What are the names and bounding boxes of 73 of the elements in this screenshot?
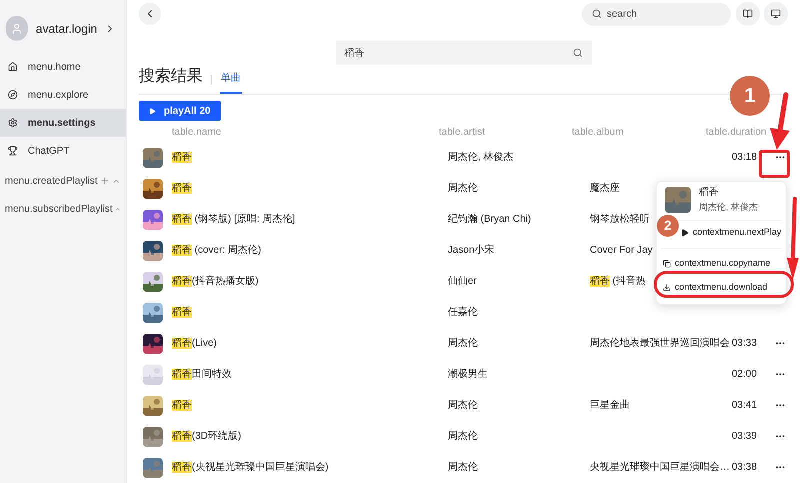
sidebar-item[interactable]: menu.explore (0, 81, 126, 109)
duration: 03:33 (732, 338, 758, 349)
play-all-button[interactable]: playAll 20 (139, 101, 221, 122)
menu-song-title: 稻香 (699, 186, 720, 200)
duration: 03:39 (732, 431, 758, 442)
trophy-icon (8, 146, 18, 156)
keyword-field[interactable]: 稻香 (336, 41, 592, 66)
duration: 03:38 (732, 462, 758, 473)
menu-item[interactable]: contextmenu.copyname (663, 257, 771, 271)
compass-icon (8, 90, 18, 100)
artist-name: Jason小宋 (448, 245, 495, 256)
sidebar-item[interactable]: menu.home (0, 53, 126, 81)
section-header[interactable]: menu.createdPlaylist (5, 174, 98, 188)
song-title: 稻香 (钢琴版) [原唱: 周杰伦] (172, 214, 296, 225)
section-header[interactable]: menu.subscribedPlaylist (5, 202, 113, 216)
artist-name: 纪钧瀚 (Bryan Chi) (448, 214, 532, 225)
home-icon (8, 62, 18, 72)
artist-name: 周杰伦, 林俊杰 (448, 152, 514, 163)
monitor-button[interactable] (764, 2, 788, 26)
login-link[interactable]: avatar.login (36, 20, 98, 38)
column-header: table.artist (439, 126, 486, 140)
song-title: 稻香(抖音热播女版) (172, 276, 259, 287)
menu-song-artist: 周杰伦, 林俊杰 (699, 201, 758, 214)
download-icon (663, 284, 671, 292)
artist-name: 周杰伦 (448, 431, 478, 442)
song-title: 稻香 (172, 152, 192, 163)
song-title: 稻香(Live) (172, 338, 218, 349)
play-icon (681, 229, 689, 237)
sidebar-item[interactable]: ChatGPT (0, 137, 126, 165)
album-name: 周杰伦地表最强世界巡回演唱会 (590, 338, 730, 349)
settings-icon (8, 118, 18, 128)
song-title: 稻香 (172, 183, 192, 194)
menu-item[interactable]: contextmenu.nextPlay (681, 226, 782, 240)
duration: 03:18 (732, 152, 758, 163)
artist-name: 仙仙er (448, 276, 477, 287)
artist-name: 周杰伦 (448, 183, 478, 194)
play-icon (149, 108, 156, 115)
column-header: table.album (572, 126, 625, 140)
artist-name: 任嘉伦 (448, 307, 478, 318)
column-header: table.name (172, 126, 222, 140)
sidebar-item[interactable]: menu.settings (0, 109, 126, 137)
duration: 03:41 (732, 400, 758, 411)
album-name: 稻香 (抖音热 (590, 276, 646, 287)
song-title: 稻香 (172, 307, 192, 318)
duration: 02:00 (732, 369, 758, 380)
tab[interactable]: 单曲 (220, 71, 242, 94)
artist-name: 周杰伦 (448, 400, 478, 411)
artist-name: 周杰伦 (448, 338, 478, 349)
search-field[interactable]: search (582, 2, 731, 26)
book-button[interactable] (736, 2, 760, 26)
album-name: 魔杰座 (590, 183, 620, 194)
menu-item[interactable]: contextmenu.download (663, 281, 768, 295)
album-name: Cover For Jay (590, 245, 653, 256)
album-name: 钢琴放松轻听 (590, 214, 650, 225)
annotation-arrow (768, 92, 792, 152)
copy-icon (663, 260, 671, 268)
album-name: 央视星光璀璨中国巨星演唱会… (590, 462, 730, 473)
song-title: 稻香(央视星光璀璨中国巨星演唱会) (172, 462, 329, 473)
step-badge: 1 (730, 76, 770, 116)
page-title: 搜索结果 (139, 66, 203, 88)
song-title: 稻香田间特效 (172, 369, 232, 380)
album-name: 巨星金曲 (590, 400, 630, 411)
song-title: 稻香 (cover: 周杰伦) (172, 245, 262, 256)
artist-name: 潮极男生 (448, 369, 488, 380)
song-title: 稻香(3D环绕版) (172, 431, 242, 442)
search-icon (592, 9, 602, 20)
column-header: table.duration (706, 126, 768, 140)
book-icon (743, 9, 753, 20)
song-title: 稻香 (172, 400, 192, 411)
artist-name: 周杰伦 (448, 462, 478, 473)
annotation-frame (759, 150, 790, 178)
monitor-icon (771, 9, 781, 20)
search-icon[interactable] (572, 48, 582, 58)
